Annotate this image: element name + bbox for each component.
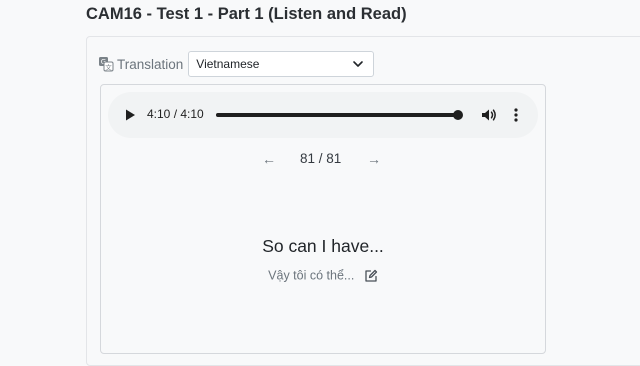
sentence-translation: Vậy tôi có thể... <box>268 268 355 283</box>
audio-time: 4:10 / 4:10 <box>147 107 204 121</box>
translate-icon: G 文 <box>99 57 114 72</box>
chevron-down-icon <box>353 61 364 67</box>
translation-label: Translation <box>117 56 184 72</box>
svg-text:文: 文 <box>105 62 112 71</box>
volume-icon[interactable] <box>480 106 498 124</box>
language-select[interactable]: Vietnamese <box>188 51 375 77</box>
seek-bar[interactable] <box>216 110 463 120</box>
audio-player[interactable]: 4:10 / 4:10 <box>108 92 538 138</box>
sentence-text: So can I have... <box>262 236 384 256</box>
sentence-pager: ← 81 / 81 → <box>258 150 388 168</box>
arrow-left-icon[interactable]: ← <box>262 151 276 167</box>
play-icon[interactable] <box>122 107 138 123</box>
edit-icon[interactable] <box>364 269 378 283</box>
sentence-translation-row: Vậy tôi có thể... <box>100 268 546 283</box>
seek-progress <box>216 113 458 117</box>
more-vertical-icon[interactable] <box>508 106 524 124</box>
seek-thumb[interactable] <box>453 110 463 120</box>
page-title: CAM16 - Test 1 - Part 1 (Listen and Read… <box>86 5 407 23</box>
language-select-value: Vietnamese <box>196 57 260 71</box>
translation-selector-row: G 文 Translation Vietnamese <box>98 51 375 77</box>
page-counter: 81 / 81 <box>300 151 342 166</box>
arrow-right-icon[interactable]: → <box>367 151 381 167</box>
